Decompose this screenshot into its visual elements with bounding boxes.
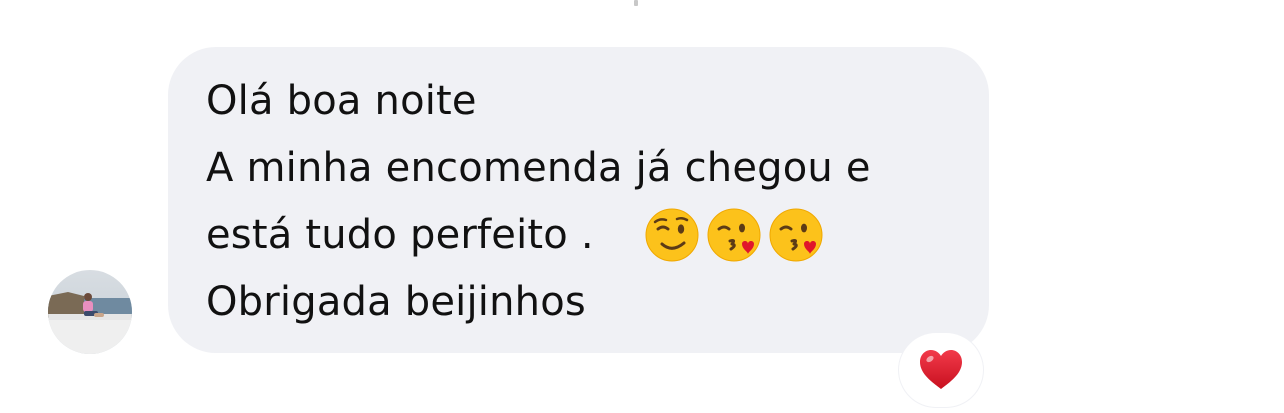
winking-face-icon (644, 207, 700, 263)
reaction-badge[interactable] (899, 333, 983, 407)
message-line-3: está tudo perfeito . (206, 212, 594, 258)
message-line-2: A minha encomenda já chegou e (206, 145, 871, 191)
face-blowing-kiss-icon (768, 207, 824, 263)
message-bubble[interactable]: Olá boa noite A minha encomenda já chego… (168, 47, 989, 353)
red-heart-icon (917, 346, 965, 399)
top-divider-mark (634, 0, 638, 6)
chat-canvas: Olá boa noite A minha encomenda já chego… (0, 0, 1284, 413)
avatar[interactable] (48, 270, 132, 354)
message-line-4: Obrigada beijinhos (206, 279, 586, 325)
emoji-group (644, 207, 824, 263)
message-line-1: Olá boa noite (206, 78, 477, 124)
face-blowing-kiss-icon (706, 207, 762, 263)
